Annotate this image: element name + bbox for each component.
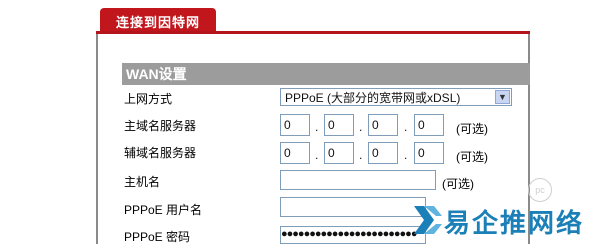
connection-type-label: 上网方式: [124, 92, 173, 106]
ip-dot: .: [315, 148, 319, 162]
ip-dot: .: [359, 120, 363, 134]
secondary-dns-octet-1[interactable]: 0: [280, 142, 310, 164]
primary-dns-octet-4[interactable]: 0: [414, 114, 444, 136]
tab-underline: [96, 31, 530, 34]
secondary-dns-label: 辅域名服务器: [124, 146, 197, 160]
watermark-text: 易企推网络: [444, 209, 585, 239]
primary-dns-hint: (可选): [456, 122, 488, 136]
frame-left-border: [96, 34, 98, 244]
connection-type-value: PPPoE (大部分的宽带网或xDSL): [285, 91, 461, 105]
connection-type-select[interactable]: PPPoE (大部分的宽带网或xDSL) ▼: [280, 88, 512, 106]
watermark-logo-icon: [414, 206, 442, 234]
secondary-dns-octet-2[interactable]: 0: [324, 142, 354, 164]
secondary-dns-hint: (可选): [456, 150, 488, 164]
pppoe-password-input[interactable]: ●●●●●●●●●●●●●●●●●●●●●●●●: [280, 226, 426, 244]
primary-dns-octet-3[interactable]: 0: [368, 114, 398, 136]
chevron-down-icon[interactable]: ▼: [495, 90, 510, 104]
hostname-input[interactable]: [280, 170, 436, 190]
secondary-dns-octet-3[interactable]: 0: [368, 142, 398, 164]
ip-dot: .: [315, 120, 319, 134]
watermark-badge: pc: [528, 178, 552, 202]
primary-dns-label: 主域名服务器: [124, 119, 197, 133]
ip-dot: .: [359, 148, 363, 162]
section-header-wan: WAN设置: [122, 63, 530, 85]
hostname-label: 主机名: [124, 175, 161, 189]
hostname-hint: (可选): [442, 177, 474, 191]
ip-dot: .: [404, 120, 408, 134]
pppoe-password-label: PPPoE 密码: [124, 230, 191, 244]
ip-dot: .: [404, 148, 408, 162]
primary-dns-octet-2[interactable]: 0: [324, 114, 354, 136]
pppoe-username-input[interactable]: [280, 197, 426, 217]
pppoe-username-label: PPPoE 用户名: [124, 203, 203, 217]
secondary-dns-octet-4[interactable]: 0: [414, 142, 444, 164]
primary-dns-octet-1[interactable]: 0: [280, 114, 310, 136]
